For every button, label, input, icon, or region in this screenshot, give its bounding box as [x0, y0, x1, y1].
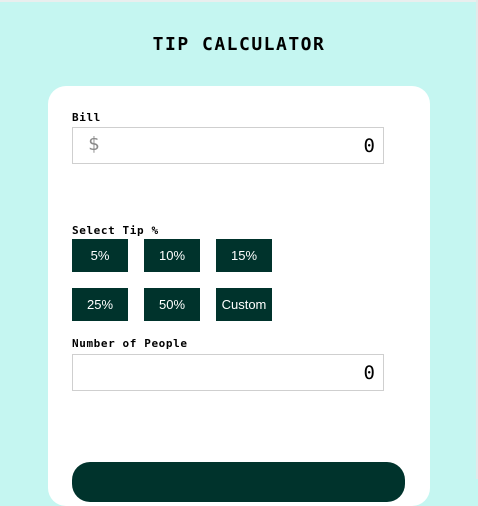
people-field[interactable] [72, 354, 384, 391]
tip-5-button[interactable]: 5% [72, 239, 128, 272]
tip-10-button[interactable]: 10% [144, 239, 200, 272]
bill-field[interactable]: $ [72, 127, 384, 164]
select-tip-label: Select Tip % [72, 224, 159, 237]
tip-15-button[interactable]: 15% [216, 239, 272, 272]
tip-25-button[interactable]: 25% [72, 288, 128, 321]
page-title: TIP CALCULATOR [152, 34, 326, 55]
bill-input[interactable] [113, 128, 375, 163]
window-top-border [0, 0, 478, 2]
people-input[interactable] [83, 355, 375, 390]
bill-label: Bill [72, 111, 101, 124]
tip-50-button[interactable]: 50% [144, 288, 200, 321]
result-panel [72, 462, 405, 502]
dollar-icon: $ [88, 133, 100, 155]
tip-custom-button[interactable]: Custom [216, 288, 272, 321]
people-label: Number of People [72, 337, 188, 350]
